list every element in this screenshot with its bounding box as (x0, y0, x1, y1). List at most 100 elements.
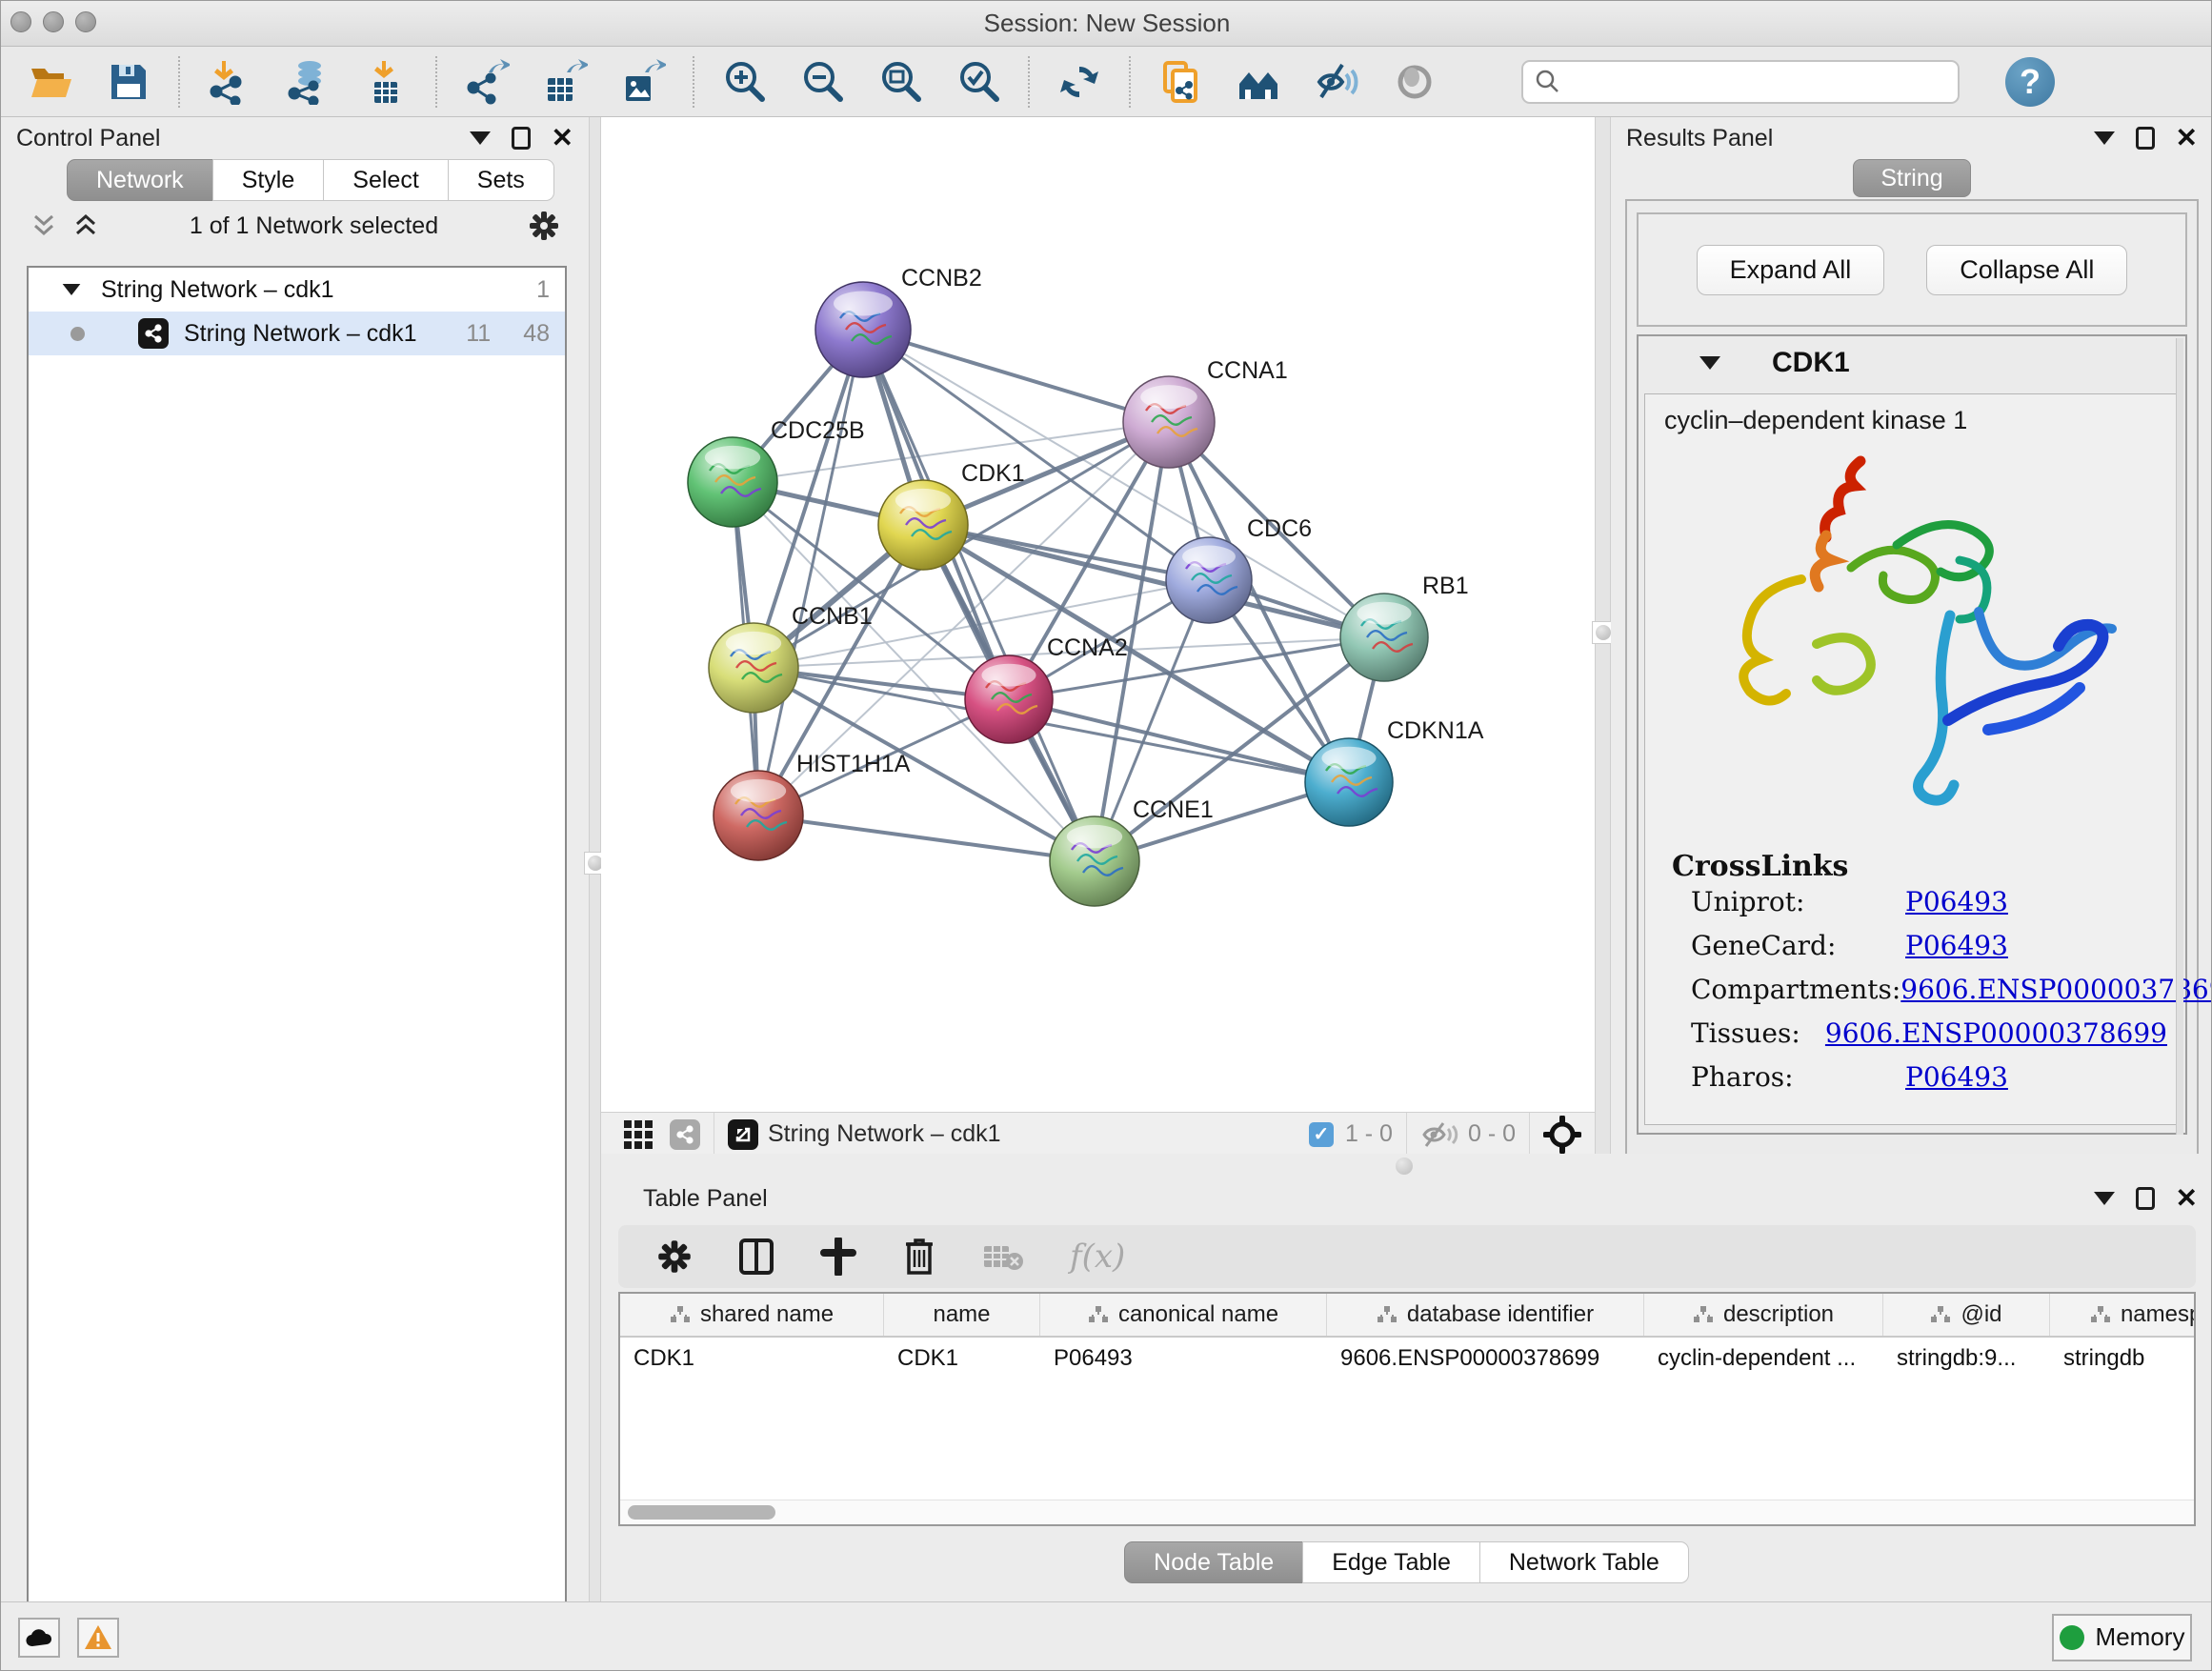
collapse-all-button[interactable]: Collapse All (1926, 245, 2127, 295)
memory-button[interactable]: Memory (2052, 1614, 2192, 1661)
maximize-window-icon[interactable] (75, 11, 96, 32)
table-panel-menu-icon[interactable] (2094, 1192, 2115, 1205)
results-panel-menu-icon[interactable] (2094, 131, 2115, 145)
import-table-button[interactable] (361, 57, 411, 107)
table-options-gear-icon[interactable] (656, 1238, 693, 1275)
table-close-panel-icon[interactable]: ✕ (2176, 1185, 2198, 1212)
save-session-button[interactable] (104, 57, 153, 107)
import-network-database-button[interactable] (283, 57, 332, 107)
zoom-in-button[interactable] (719, 57, 769, 107)
open-session-button[interactable] (26, 57, 75, 107)
node-CCNA1[interactable]: CCNA1 (1123, 357, 1288, 468)
warnings-button[interactable] (77, 1618, 119, 1658)
hide-graphics-details-button[interactable] (1312, 57, 1361, 107)
node-result-entry: CDK1 cyclin–dependent kinase 1 (1637, 334, 2187, 1135)
table-float-panel-icon[interactable] (2136, 1187, 2155, 1210)
edge-HIST1H1A-CCNE1[interactable] (758, 815, 1095, 861)
node-CDC25B[interactable]: CDC25B (688, 417, 865, 527)
close-window-icon[interactable] (10, 11, 31, 32)
node-CDK1[interactable]: CDK1 (878, 460, 1025, 570)
network-snapshot-button[interactable] (1156, 57, 1205, 107)
export-table-button[interactable] (540, 57, 590, 107)
node-label-RB1: RB1 (1422, 573, 1469, 599)
crosslink-link[interactable]: 9606.ENSP00000378699 (1900, 974, 2212, 1005)
network-collection-row[interactable]: String Network – cdk1 1 (29, 268, 565, 312)
column-header[interactable]: database identifier (1327, 1294, 1644, 1336)
crosslink-link[interactable]: P06493 (1905, 1061, 2008, 1093)
float-panel-icon[interactable] (512, 127, 531, 150)
birdseye-view-button[interactable] (1234, 57, 1283, 107)
cell-database-identifier[interactable]: 9606.ENSP00000378699 (1327, 1345, 1644, 1372)
cell-name[interactable]: CDK1 (884, 1345, 1040, 1372)
column-header[interactable]: description (1644, 1294, 1883, 1336)
node-HIST1H1A[interactable]: HIST1H1A (714, 751, 911, 860)
network-view-type-icon[interactable] (670, 1119, 700, 1150)
create-column-icon[interactable] (820, 1238, 856, 1276)
network-canvas[interactable]: CCNB2CCNA1CDC25BCDK1CDC6RB1CCNB1CCNA2CDK… (601, 117, 1595, 1112)
results-scrollbar[interactable] (2176, 338, 2183, 1135)
grid-view-icon[interactable] (622, 1118, 654, 1151)
show-columns-icon[interactable] (738, 1238, 774, 1276)
collection-expand-icon[interactable] (63, 284, 81, 295)
help-button[interactable]: ? (2005, 57, 2055, 107)
results-float-panel-icon[interactable] (2136, 127, 2155, 150)
birdseye-toggle-icon[interactable] (1543, 1116, 1581, 1154)
tab-network-table[interactable]: Network Table (1479, 1541, 1689, 1583)
table-row[interactable]: CDK1 CDK1 P06493 9606.ENSP00000378699 cy… (620, 1338, 2194, 1379)
entry-collapse-icon[interactable] (1699, 356, 1720, 370)
cell-namespace[interactable]: stringdb (2050, 1345, 2196, 1372)
table-hscrollbar-thumb[interactable] (628, 1505, 775, 1520)
table-splitter[interactable] (601, 1154, 2212, 1179)
node-result-header[interactable]: CDK1 (1639, 336, 2185, 390)
export-image-button[interactable] (618, 57, 668, 107)
cell-shared-name[interactable]: CDK1 (620, 1345, 884, 1372)
tab-string[interactable]: String (1853, 159, 1970, 197)
import-network-file-button[interactable] (205, 57, 254, 107)
detach-view-icon[interactable] (728, 1119, 758, 1150)
search-field[interactable] (1521, 60, 1960, 104)
network-row-selected[interactable]: String Network – cdk1 11 48 (29, 312, 565, 355)
tab-edge-table[interactable]: Edge Table (1302, 1541, 1480, 1583)
tab-sets[interactable]: Sets (448, 159, 554, 201)
tab-style[interactable]: Style (212, 159, 325, 201)
tab-select[interactable]: Select (323, 159, 448, 201)
search-input[interactable] (1561, 69, 1923, 95)
crosslink-link[interactable]: P06493 (1905, 930, 2008, 961)
right-splitter[interactable] (1595, 117, 1611, 1154)
zoom-out-button[interactable] (797, 57, 847, 107)
tab-network[interactable]: Network (67, 159, 213, 201)
crosslink-link[interactable]: 9606.ENSP00000378699 (1825, 1017, 2167, 1049)
show-graphics-details-button[interactable] (1390, 57, 1439, 107)
column-header[interactable]: @id (1883, 1294, 2050, 1336)
table-splitter-handle[interactable] (1396, 1158, 1413, 1175)
panel-menu-icon[interactable] (470, 131, 491, 145)
table-hscrollbar[interactable] (620, 1500, 2194, 1524)
node-CCNB2[interactable]: CCNB2 (815, 265, 982, 377)
cloud-status-button[interactable] (18, 1618, 60, 1658)
close-panel-icon[interactable]: ✕ (552, 125, 573, 151)
minimize-window-icon[interactable] (43, 11, 64, 32)
cell-description[interactable]: cyclin-dependent ... (1644, 1345, 1883, 1372)
column-header[interactable]: shared name (620, 1294, 884, 1336)
node-CDKN1A[interactable]: CDKN1A (1305, 717, 1484, 826)
edge-CCNB2-CCNE1[interactable] (863, 330, 1095, 861)
zoom-fit-button[interactable] (875, 57, 925, 107)
column-header[interactable]: namespace (2050, 1294, 2196, 1336)
tab-node-table[interactable]: Node Table (1124, 1541, 1303, 1583)
expand-all-button[interactable]: Expand All (1697, 245, 1885, 295)
column-header[interactable]: canonical name (1040, 1294, 1327, 1336)
results-close-panel-icon[interactable]: ✕ (2176, 125, 2198, 151)
collapse-all-networks-icon[interactable] (30, 213, 58, 238)
column-header[interactable]: name (884, 1294, 1040, 1336)
network-options-gear-icon[interactable] (528, 210, 560, 242)
zoom-selected-button[interactable] (954, 57, 1003, 107)
left-splitter[interactable] (589, 117, 601, 1601)
crosslink-link[interactable]: P06493 (1905, 886, 2008, 917)
expand-all-networks-icon[interactable] (71, 213, 100, 238)
cell-id[interactable]: stringdb:9... (1883, 1345, 2050, 1372)
apply-layout-button[interactable] (1055, 57, 1104, 107)
delete-column-icon[interactable] (902, 1237, 936, 1277)
cell-canonical-name[interactable]: P06493 (1040, 1345, 1327, 1372)
export-network-button[interactable] (462, 57, 512, 107)
node-RB1[interactable]: RB1 (1340, 573, 1469, 681)
